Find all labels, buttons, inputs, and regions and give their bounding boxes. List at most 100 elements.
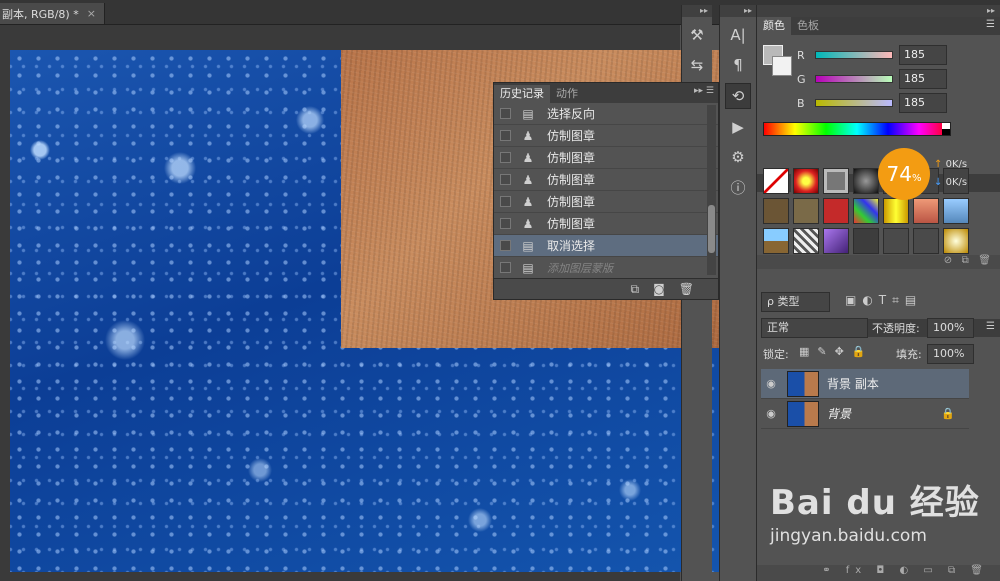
- history-item[interactable]: ♟ 仿制图章: [494, 191, 718, 213]
- clone-source-icon[interactable]: ⇆: [685, 53, 709, 77]
- style-swatch[interactable]: [853, 168, 879, 194]
- scrollbar-thumb[interactable]: [708, 205, 715, 253]
- fill-field[interactable]: 100%: [927, 344, 974, 364]
- tab-history[interactable]: 历史记录: [494, 85, 550, 103]
- history-item[interactable]: ♟ 仿制图章: [494, 169, 718, 191]
- layer-name: 背景 副本: [827, 377, 879, 391]
- tab-swatches[interactable]: 色板: [791, 17, 825, 35]
- lock-icons[interactable]: ▦✎✥🔒: [799, 345, 874, 358]
- style-swatch[interactable]: [823, 228, 849, 254]
- style-swatch[interactable]: [853, 228, 879, 254]
- layer-thumbnail: [787, 370, 819, 397]
- opacity-field[interactable]: 100%: [927, 318, 974, 338]
- layer-row-background[interactable]: ◉ 背景 🔒: [761, 399, 969, 429]
- color-spectrum-bar[interactable]: [763, 122, 951, 136]
- green-slider[interactable]: [815, 75, 893, 83]
- layers-footer: ⚭ fx ◘ ◐ ▭ ⧉ 🗑: [757, 565, 1000, 581]
- panel-menu-icon[interactable]: ☰: [986, 19, 995, 30]
- history-checkbox[interactable]: [500, 152, 511, 163]
- style-swatch[interactable]: [943, 228, 969, 254]
- history-checkbox[interactable]: [500, 240, 511, 251]
- watermark-url: jingyan.baidu.com: [770, 526, 927, 546]
- brush-preset-icon[interactable]: ⚒: [685, 23, 709, 47]
- style-swatch[interactable]: [763, 228, 789, 254]
- style-swatch[interactable]: [853, 198, 879, 224]
- style-swatch[interactable]: [823, 198, 849, 224]
- history-checkbox[interactable]: [500, 196, 511, 207]
- properties-icon[interactable]: ⚙: [726, 145, 750, 169]
- layer-name: 背景: [827, 407, 852, 421]
- expand-icon[interactable]: ▸▸: [720, 5, 756, 17]
- network-speed-widget: 74% ↑ 0K/s ↓ 0K/s: [878, 148, 990, 200]
- actions-play-icon[interactable]: ▶: [726, 115, 750, 139]
- history-item-label: 取消选择: [547, 239, 596, 253]
- style-swatch[interactable]: [883, 198, 909, 224]
- history-item-greyed[interactable]: ▤ 添加图层蒙版: [494, 257, 718, 279]
- speed-percent: 74: [886, 162, 912, 186]
- blue-slider[interactable]: [815, 99, 893, 107]
- document-tab[interactable]: 副本, RGB/8) * ×: [0, 3, 105, 24]
- trash-icon[interactable]: 🗑: [679, 282, 694, 296]
- panel-menu-icon[interactable]: ▸▸ ☰: [694, 86, 714, 96]
- character-icon[interactable]: A|: [726, 23, 750, 47]
- new-document-from-state-icon[interactable]: ⧉: [631, 282, 640, 297]
- history-scrollbar[interactable]: [707, 105, 716, 275]
- history-item[interactable]: ▤ 选择反向: [494, 103, 718, 125]
- history-icon[interactable]: ⟲: [725, 83, 751, 109]
- stamp-icon: ♟: [522, 216, 534, 231]
- paragraph-icon[interactable]: ¶: [726, 53, 750, 77]
- lock-label: 锁定:: [763, 348, 789, 361]
- watermark-brand: Bai du 经验: [770, 483, 980, 523]
- history-item-selected[interactable]: ▤ 取消选择: [494, 235, 718, 257]
- history-item[interactable]: ♟ 仿制图章: [494, 147, 718, 169]
- history-checkbox[interactable]: [500, 174, 511, 185]
- blend-mode-select[interactable]: 正常: [761, 318, 868, 338]
- style-swatch[interactable]: [913, 228, 939, 254]
- baidu-jingyan-watermark: Bai du 经验 jingyan.baidu.com: [770, 475, 995, 565]
- history-item-label: 添加图层蒙版: [547, 261, 613, 275]
- style-swatch[interactable]: [883, 228, 909, 254]
- panel-menu-icon[interactable]: ☰: [986, 321, 995, 332]
- red-channel-row: R 185: [797, 45, 947, 65]
- info-icon[interactable]: ⓘ: [726, 175, 750, 199]
- history-checkbox[interactable]: [500, 262, 511, 273]
- no-style-swatch[interactable]: [763, 168, 789, 194]
- tab-color[interactable]: 颜色: [757, 17, 791, 35]
- red-slider[interactable]: [815, 51, 893, 59]
- style-swatch[interactable]: [793, 228, 819, 254]
- expand-icon[interactable]: ▸▸: [757, 5, 1000, 17]
- tab-actions[interactable]: 动作: [550, 85, 584, 103]
- background-color-swatch[interactable]: [772, 56, 792, 76]
- style-swatch[interactable]: [763, 198, 789, 224]
- black-white-swatch[interactable]: [942, 123, 950, 135]
- history-checkbox[interactable]: [500, 108, 511, 119]
- download-rate: 0K/s: [945, 177, 968, 188]
- expand-icon[interactable]: ▸▸: [682, 5, 712, 17]
- blue-value-field[interactable]: 185: [899, 93, 947, 113]
- style-swatch[interactable]: [793, 168, 819, 194]
- layer-filter-select[interactable]: ρ 类型: [761, 292, 830, 312]
- eye-icon[interactable]: ◉: [761, 407, 781, 420]
- history-item[interactable]: ♟ 仿制图章: [494, 213, 718, 235]
- red-value-field[interactable]: 185: [899, 45, 947, 65]
- history-checkbox[interactable]: [500, 130, 511, 141]
- stamp-icon: ♟: [522, 194, 534, 209]
- green-channel-row: G 185: [797, 69, 947, 89]
- layer-filter-icons[interactable]: ▣◐T⌗▤: [845, 293, 922, 308]
- style-swatch[interactable]: [943, 198, 969, 224]
- style-swatch[interactable]: [913, 198, 939, 224]
- green-value-field[interactable]: 185: [899, 69, 947, 89]
- close-icon[interactable]: ×: [87, 7, 96, 20]
- history-item-label: 选择反向: [547, 107, 596, 121]
- document-icon: ▤: [522, 106, 534, 121]
- history-item[interactable]: ♟ 仿制图章: [494, 125, 718, 147]
- camera-icon[interactable]: ◙: [653, 282, 665, 296]
- style-swatch[interactable]: [793, 198, 819, 224]
- style-swatch[interactable]: [823, 168, 849, 194]
- history-checkbox[interactable]: [500, 218, 511, 229]
- layer-row-background-copy[interactable]: ◉ 背景 副本: [761, 369, 969, 399]
- percent-unit: %: [911, 173, 922, 184]
- speed-percent-badge: 74%: [878, 148, 930, 200]
- channel-label: B: [797, 96, 805, 110]
- eye-icon[interactable]: ◉: [761, 377, 781, 390]
